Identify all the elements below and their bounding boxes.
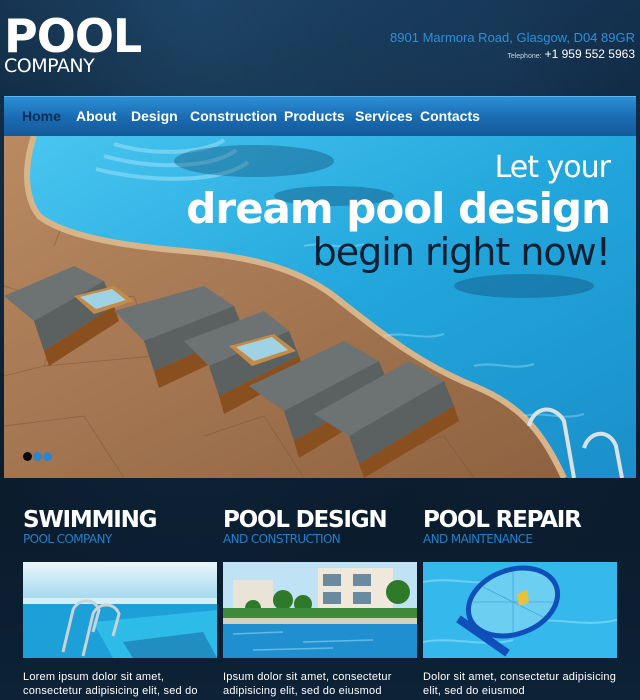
phone-label: Telephone: [507, 53, 542, 60]
slider-dot-2[interactable] [33, 452, 42, 461]
feature-text: Lorem ipsum dolor sit amet, consectetur … [23, 671, 198, 700]
nav-item-about[interactable]: About [76, 97, 116, 136]
feature-swimming: SWIMMING POOL COMPANY Lorem ipsum dolor … [23, 507, 219, 700]
main-nav: Home About Design Construction Products … [4, 96, 636, 136]
nav-item-services[interactable]: Services [355, 97, 413, 136]
nav-item-contacts[interactable]: Contacts [420, 97, 480, 136]
nav-item-construction[interactable]: Construction [190, 97, 277, 136]
nav-item-products[interactable]: Products [284, 97, 345, 136]
hero-headline-line3: begin right now! [312, 230, 611, 274]
feature-title: SWIMMING [23, 507, 158, 533]
pool-design-image[interactable] [223, 562, 417, 658]
nav-item-home[interactable]: Home [22, 97, 61, 136]
feature-title: POOL DESIGN [223, 507, 388, 533]
feature-text: Dolor sit amet, consectetur adipisicing … [423, 671, 617, 697]
slider-pagination [23, 448, 53, 466]
hero-slider: Let your dream pool design begin right n… [4, 136, 636, 478]
feature-subtitle: AND MAINTENANCE [423, 532, 533, 546]
pool-repair-image[interactable] [423, 562, 617, 658]
logo-main-text: POOL [4, 9, 142, 63]
phone-line: Telephone: +1 959 552 5963 [390, 47, 635, 64]
slider-dot-1[interactable] [23, 452, 32, 461]
address: 8901 Marmora Road, Glasgow, D04 89GR [390, 30, 635, 45]
swimming-pool-image[interactable] [23, 562, 217, 658]
page: POOL COMPANY 8901 Marmora Road, Glasgow,… [0, 0, 640, 700]
nav-item-design[interactable]: Design [131, 97, 178, 136]
phone-number: +1 959 552 5963 [544, 47, 635, 61]
feature-title: POOL REPAIR [423, 507, 582, 533]
feature-subtitle: POOL COMPANY [23, 532, 112, 546]
contact-info: 8901 Marmora Road, Glasgow, D04 89GR Tel… [390, 30, 635, 64]
logo[interactable]: POOL COMPANY [4, 9, 142, 76]
hero-headline-line2: dream pool design [186, 184, 611, 233]
feature-pool-design: POOL DESIGN AND CONSTRUCTION Ipsum dolor… [223, 507, 419, 700]
feature-pool-repair: POOL REPAIR AND MAINTENANCE Dolor sit am… [423, 507, 619, 697]
feature-subtitle: AND CONSTRUCTION [223, 532, 341, 546]
feature-text: Ipsum dolor sit amet, consectetur adipis… [223, 671, 392, 700]
hero-headline-line1: Let your [494, 150, 611, 185]
slider-dot-3[interactable] [43, 452, 52, 461]
